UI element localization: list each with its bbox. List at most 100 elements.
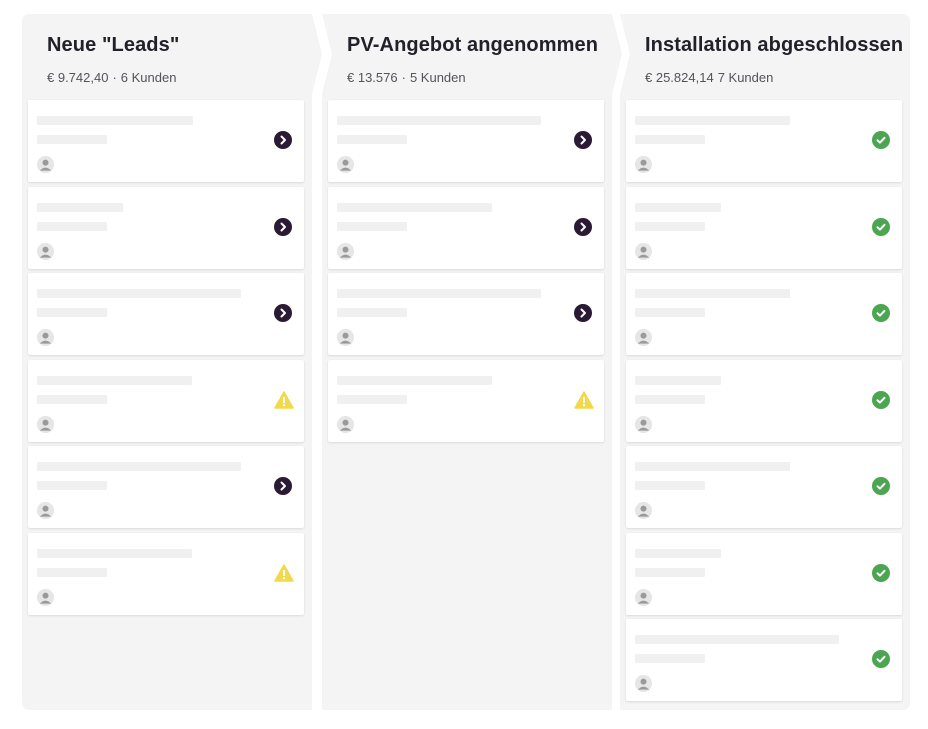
column-title: Neue "Leads" xyxy=(47,34,180,56)
customer-card[interactable] xyxy=(28,532,304,615)
arrow-right-icon[interactable] xyxy=(274,477,292,495)
customer-card[interactable] xyxy=(626,532,902,615)
customer-card[interactable] xyxy=(328,100,604,182)
avatar-icon xyxy=(337,156,354,173)
card-title-placeholder xyxy=(337,289,541,298)
avatar-icon xyxy=(37,588,54,606)
card-title-placeholder xyxy=(635,635,839,644)
card-list xyxy=(28,100,304,619)
customer-card[interactable] xyxy=(28,359,304,442)
customer-card[interactable] xyxy=(626,273,902,355)
card-subtitle-placeholder xyxy=(37,481,107,490)
arrow-right-icon[interactable] xyxy=(574,217,592,236)
check-icon xyxy=(872,650,890,668)
card-subtitle-placeholder xyxy=(337,394,407,404)
arrow-right-icon[interactable] xyxy=(274,131,292,149)
avatar-icon xyxy=(635,156,652,173)
customer-card[interactable] xyxy=(28,100,304,182)
check-icon xyxy=(872,563,890,582)
card-subtitle-placeholder xyxy=(635,221,705,231)
card-title-placeholder xyxy=(635,116,790,125)
customer-card[interactable] xyxy=(328,359,604,442)
card-title-placeholder xyxy=(37,289,241,298)
avatar-icon xyxy=(37,415,54,433)
customer-card[interactable] xyxy=(28,273,304,355)
avatar-icon xyxy=(337,415,354,433)
card-title-placeholder xyxy=(635,375,721,385)
arrow-right-icon[interactable] xyxy=(274,304,292,322)
card-subtitle-placeholder xyxy=(37,221,107,231)
card-subtitle-placeholder xyxy=(337,221,407,231)
customer-card[interactable] xyxy=(626,619,902,701)
column-title: Installation abgeschlossen xyxy=(645,34,904,56)
card-title-placeholder xyxy=(37,375,192,385)
avatar-icon xyxy=(37,329,54,346)
customer-card[interactable] xyxy=(28,446,304,528)
card-title-placeholder xyxy=(337,375,492,385)
column-amount: € 25.824,14 xyxy=(645,70,714,85)
customer-card[interactable] xyxy=(328,273,604,355)
column-title: PV-Angebot angenommen xyxy=(347,34,599,56)
check-icon xyxy=(872,217,890,236)
card-list xyxy=(328,100,604,446)
card-subtitle-placeholder xyxy=(37,308,107,317)
customer-card[interactable] xyxy=(626,100,902,182)
arrow-right-icon[interactable] xyxy=(574,304,592,322)
check-icon xyxy=(872,131,890,149)
column-installation-completed: Installation abgeschlossen € 25.824,14 7 … xyxy=(620,14,910,710)
customer-card[interactable] xyxy=(28,186,304,269)
card-title-placeholder xyxy=(37,202,123,212)
check-icon xyxy=(872,477,890,495)
column-header: Neue "Leads" € 9.742,40 · 6 Kunden xyxy=(47,34,322,85)
card-subtitle-placeholder xyxy=(635,567,705,577)
customer-card[interactable] xyxy=(626,446,902,528)
card-title-placeholder xyxy=(37,462,241,471)
customer-card[interactable] xyxy=(328,186,604,269)
card-subtitle-placeholder xyxy=(337,308,407,317)
card-title-placeholder xyxy=(635,462,790,471)
card-subtitle-placeholder xyxy=(635,308,705,317)
column-count: 7 Kunden xyxy=(717,70,774,85)
card-subtitle-placeholder xyxy=(635,394,705,404)
column-amount: € 13.576 xyxy=(347,70,398,85)
arrow-right-icon[interactable] xyxy=(274,217,292,236)
avatar-icon xyxy=(635,675,652,692)
customer-card[interactable] xyxy=(626,359,902,442)
avatar-icon xyxy=(37,502,54,519)
avatar-icon xyxy=(635,588,652,606)
arrow-right-icon[interactable] xyxy=(574,131,592,149)
column-count: 6 Kunden xyxy=(120,70,177,85)
column-separator: · xyxy=(112,70,117,85)
column-summary: € 25.824,14 7 Kunden xyxy=(645,70,910,85)
check-icon xyxy=(872,304,890,322)
column-amount: € 9.742,40 xyxy=(47,70,109,85)
card-subtitle-placeholder xyxy=(635,135,705,144)
column-count: 5 Kunden xyxy=(409,70,466,85)
card-subtitle-placeholder xyxy=(37,567,107,577)
column-new-leads: Neue "Leads" € 9.742,40 · 6 Kunden xyxy=(22,14,322,710)
column-separator: · xyxy=(401,70,406,85)
card-title-placeholder xyxy=(635,548,721,558)
card-title-placeholder xyxy=(337,116,541,125)
card-list xyxy=(626,100,902,706)
customer-card[interactable] xyxy=(626,186,902,269)
avatar-icon xyxy=(635,242,652,260)
warning-icon xyxy=(274,390,294,409)
column-pv-offer-accepted: PV-Angebot angenommen € 13.576 · 5 Kunden xyxy=(322,14,622,710)
card-subtitle-placeholder xyxy=(337,135,407,144)
card-title-placeholder xyxy=(635,202,721,212)
avatar-icon xyxy=(37,156,54,173)
avatar-icon xyxy=(635,329,652,346)
avatar-icon xyxy=(337,242,354,260)
avatar-icon xyxy=(635,415,652,433)
card-subtitle-placeholder xyxy=(37,394,107,404)
column-header: Installation abgeschlossen € 25.824,14 7 … xyxy=(645,34,910,85)
card-title-placeholder xyxy=(635,289,790,298)
avatar-icon xyxy=(37,242,54,260)
card-title-placeholder xyxy=(37,548,192,558)
warning-icon xyxy=(274,563,294,582)
column-summary: € 9.742,40 · 6 Kunden xyxy=(47,70,322,85)
card-subtitle-placeholder xyxy=(635,481,705,490)
card-subtitle-placeholder xyxy=(37,135,107,144)
card-title-placeholder xyxy=(337,202,492,212)
